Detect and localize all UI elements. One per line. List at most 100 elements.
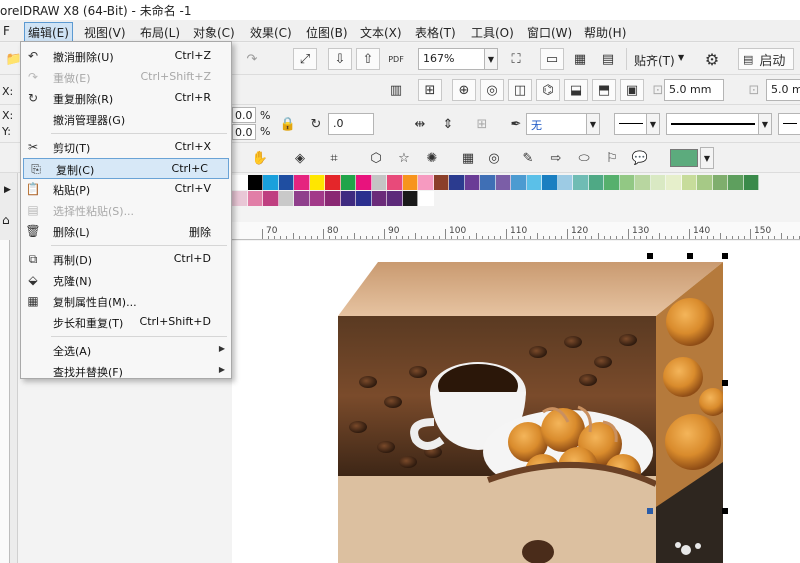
rotation-angle-field[interactable]: .0 <box>328 113 374 135</box>
menu-item[interactable]: 表格(T) <box>412 23 459 42</box>
spiral-icon[interactable]: ◎ <box>482 147 506 169</box>
fill-bucket-icon[interactable]: ◈ <box>288 147 312 169</box>
simplify-icon[interactable]: ⌬ <box>536 79 560 101</box>
fill-color-dropdown-icon[interactable]: ▼ <box>700 147 714 169</box>
launch-button[interactable]: ▤ 启动 <box>738 48 794 70</box>
menu-item[interactable]: 布局(L) <box>137 23 183 42</box>
color-swatch[interactable] <box>263 191 279 206</box>
weld-icon[interactable]: ⊕ <box>452 79 476 101</box>
color-swatch[interactable] <box>433 175 449 190</box>
color-swatch[interactable] <box>418 175 434 190</box>
color-swatch[interactable] <box>604 175 620 190</box>
selection-handle[interactable] <box>722 253 728 259</box>
line-style-dropdown-icon[interactable]: ▼ <box>758 113 772 135</box>
color-swatch[interactable] <box>542 175 558 190</box>
front-minus-back-icon[interactable]: ⬓ <box>564 79 588 101</box>
rulers-icon[interactable]: ▭ <box>540 48 564 70</box>
color-swatch[interactable] <box>666 175 682 190</box>
color-swatch[interactable] <box>247 191 263 206</box>
color-swatch[interactable] <box>588 175 604 190</box>
menu-item[interactable]: 视图(V) <box>81 23 129 42</box>
menu-item-duplicate[interactable]: ⧉ 再制(D) Ctrl+D <box>21 249 231 270</box>
table-icon[interactable]: ▥ <box>384 79 408 101</box>
menu-item[interactable]: 帮助(H) <box>581 23 629 42</box>
menu-item[interactable]: 编辑(E) <box>24 22 73 43</box>
full-screen-icon[interactable]: ⛶ <box>504 48 528 70</box>
zoom-level-field[interactable]: 167% <box>418 48 486 70</box>
color-swatch[interactable] <box>294 191 310 206</box>
color-swatch[interactable] <box>387 175 403 190</box>
zoom-dropdown-icon[interactable]: ▼ <box>484 48 498 70</box>
outline-pen-icon[interactable]: ✒ <box>504 113 528 135</box>
color-swatch[interactable] <box>418 191 434 206</box>
back-minus-front-icon[interactable]: ⬒ <box>592 79 616 101</box>
color-swatch[interactable] <box>635 175 651 190</box>
wrap-text-icon[interactable]: ⊞ <box>470 113 494 135</box>
color-swatch[interactable] <box>263 175 279 190</box>
boundary-icon[interactable]: ▣ <box>620 79 644 101</box>
color-swatch[interactable] <box>526 175 542 190</box>
color-swatch[interactable] <box>325 191 341 206</box>
mirror-vertical-icon[interactable]: ⇕ <box>436 113 460 135</box>
color-swatch[interactable] <box>278 191 294 206</box>
menu-item-find-replace[interactable]: 查找并替换(F) ▶ <box>21 361 231 382</box>
color-swatch[interactable] <box>309 191 325 206</box>
pan-icon[interactable]: ✋ <box>248 147 272 169</box>
color-swatch[interactable] <box>712 175 728 190</box>
color-swatch[interactable] <box>387 191 403 206</box>
export-icon[interactable]: ⇧ <box>356 48 380 70</box>
fill-dropdown-icon[interactable]: ▼ <box>586 113 600 135</box>
menu-item-undo-manager[interactable]: 撤消管理器(G) <box>21 109 231 130</box>
grid-icon[interactable]: ▦ <box>568 48 592 70</box>
home-icon[interactable]: ⌂ <box>2 213 10 227</box>
color-swatch[interactable] <box>697 175 713 190</box>
color-swatch[interactable] <box>650 175 666 190</box>
color-swatch[interactable] <box>557 175 573 190</box>
basic-shapes-icon[interactable]: ✎ <box>516 147 540 169</box>
duplicate-distance-icon[interactable]: ⊡ <box>742 79 766 101</box>
line-style-field[interactable] <box>666 113 760 135</box>
color-swatch[interactable] <box>340 191 356 206</box>
menu-item[interactable]: 效果(C) <box>247 23 295 42</box>
snap-to-button[interactable]: 贴齐(T) <box>634 52 675 69</box>
mirror-horizontal-icon[interactable]: ⇹ <box>408 113 432 135</box>
lock-ratio-icon[interactable]: 🔒 <box>276 113 300 135</box>
menu-item-delete[interactable]: 🗑 删除(L) 删除 <box>21 221 231 242</box>
nudge-height-field[interactable]: 5.0 mm <box>766 79 800 101</box>
gear-icon[interactable]: ⚙ <box>700 48 724 70</box>
hexagon-icon[interactable]: ⬡ <box>364 147 388 169</box>
rotate-icon[interactable]: ↻ <box>304 113 328 135</box>
trim-icon[interactable]: ◎ <box>480 79 504 101</box>
color-swatch[interactable] <box>232 175 248 190</box>
color-swatch[interactable] <box>681 175 697 190</box>
start-arrow-dropdown-icon[interactable]: ▼ <box>646 113 660 135</box>
snap-dropdown-icon[interactable]: ▼ <box>678 53 684 62</box>
star-icon[interactable]: ☆ <box>392 147 416 169</box>
menu-item-redo[interactable]: ↷ 重做(E) Ctrl+Shift+Z <box>21 67 231 88</box>
guidelines-icon[interactable]: ▤ <box>596 48 620 70</box>
packaging-artwork[interactable] <box>338 262 723 563</box>
scale-x-field[interactable]: 0.0 <box>232 107 256 123</box>
flowchart-shapes-icon[interactable]: ⬭ <box>572 147 596 169</box>
align-icon[interactable]: ⊞ <box>418 79 442 101</box>
color-swatch[interactable] <box>371 175 387 190</box>
color-swatch[interactable] <box>309 175 325 190</box>
import-icon[interactable]: ⇩ <box>328 48 352 70</box>
menu-item-step-repeat[interactable]: 步长和重复(T) Ctrl+Shift+D <box>21 312 231 333</box>
menu-item-copy[interactable]: ⎘ 复制(C) Ctrl+C <box>23 158 229 179</box>
menu-item[interactable]: 窗口(W) <box>524 23 575 42</box>
toolbox-expand-icon[interactable]: ▶ <box>4 185 11 195</box>
graph-paper-icon[interactable]: ▦ <box>456 147 480 169</box>
callout-shapes-icon[interactable]: 💬 <box>628 147 652 169</box>
menu-item-clone[interactable]: ⬙ 克隆(N) <box>21 270 231 291</box>
crop-icon[interactable]: ⌗ <box>322 147 346 169</box>
color-swatch[interactable] <box>449 175 465 190</box>
arrow-shapes-icon[interactable]: ⇨ <box>544 147 568 169</box>
color-swatch[interactable] <box>511 175 527 190</box>
menu-item-paste-special[interactable]: ▤ 选择性粘贴(S)... <box>21 200 231 221</box>
menu-item[interactable]: 位图(B) <box>303 23 351 42</box>
intersect-icon[interactable]: ◫ <box>508 79 532 101</box>
selection-handle[interactable] <box>687 253 693 259</box>
color-swatch[interactable] <box>402 191 418 206</box>
selection-handle[interactable] <box>647 508 653 514</box>
